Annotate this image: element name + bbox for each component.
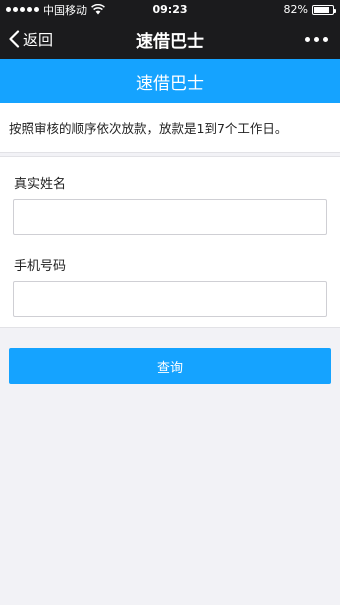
back-label: 返回 — [23, 30, 54, 49]
nav-bar: 返回 速借巴士 — [0, 19, 340, 59]
battery-icon — [312, 4, 336, 15]
notice-bar: 按照审核的顺序依次放款，放款是1到7个工作日。 — [0, 103, 340, 153]
header-banner: 速借巴士 — [0, 59, 340, 103]
more-dots-icon — [305, 36, 310, 42]
name-label: 真实姓名 — [14, 177, 67, 192]
form-card: 真实姓名 手机号码 — [0, 156, 340, 328]
status-bar: 中国移动 09:23 82% — [0, 0, 340, 19]
back-button[interactable]: 返回 — [0, 19, 53, 59]
carrier-name: 中国移动 — [43, 3, 87, 17]
phone-label: 手机号码 — [14, 259, 67, 274]
phone-input[interactable] — [13, 281, 327, 317]
name-input[interactable] — [13, 199, 327, 235]
wifi-icon — [91, 4, 105, 15]
banner-title: 速借巴士 — [136, 73, 204, 94]
notice-text: 按照审核的顺序依次放款，放款是1到7个工作日。 — [9, 121, 288, 136]
query-button[interactable]: 查询 — [9, 348, 331, 384]
battery-percent: 82% — [283, 3, 308, 16]
chevron-left-icon — [9, 30, 20, 48]
signal-strength-icon — [6, 7, 39, 12]
more-options-button[interactable] — [305, 19, 340, 59]
